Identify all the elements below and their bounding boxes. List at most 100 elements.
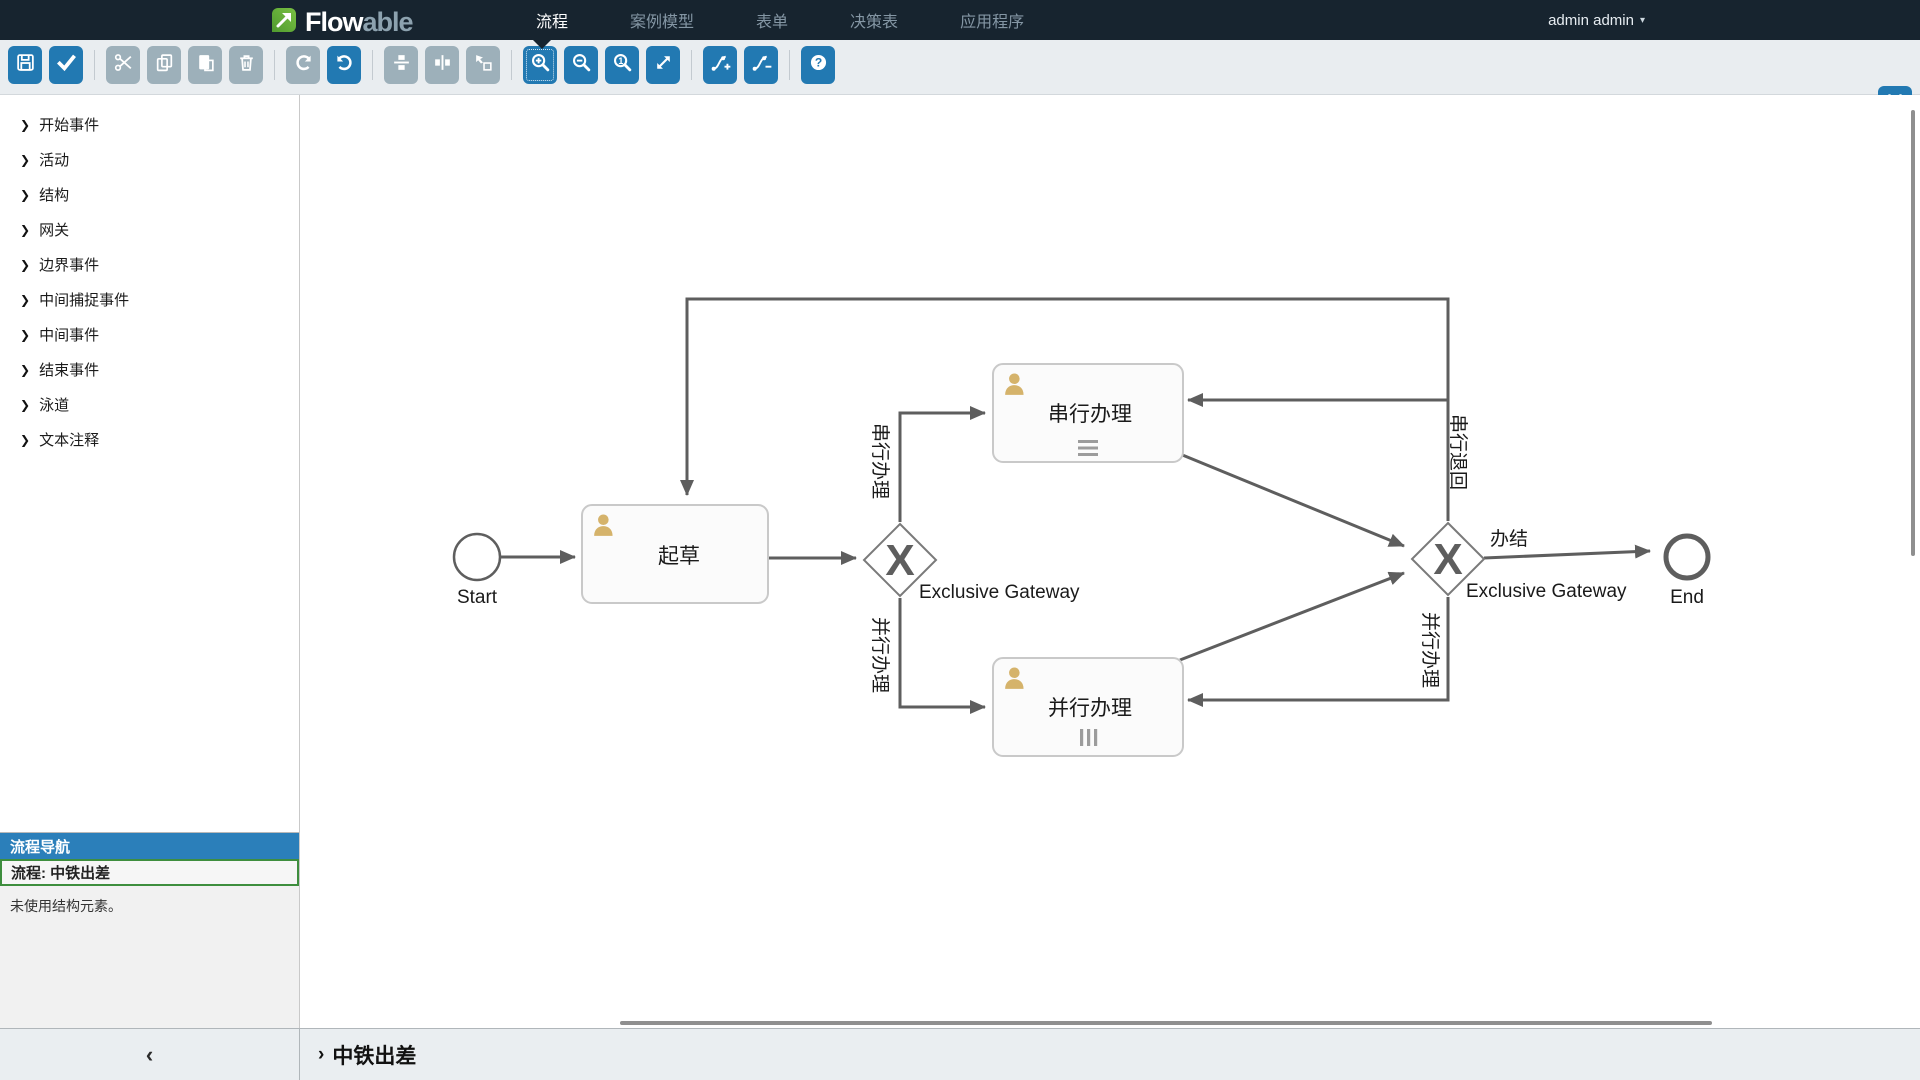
zoom-out-button[interactable]: [564, 46, 598, 84]
palette-group-3[interactable]: ❯ 结构: [0, 177, 299, 212]
zoom-fit-icon: [653, 52, 674, 78]
svg-text:1: 1: [618, 56, 623, 66]
palette-group-7[interactable]: ❯ 中间事件: [0, 317, 299, 352]
undo-button[interactable]: [327, 46, 361, 84]
shape-palette: ❯开始事件❯活动❯结构❯网关❯边界事件❯中间捕捉事件❯中间事件❯结束事件❯泳道❯…: [0, 95, 299, 457]
cut-button[interactable]: [106, 46, 140, 84]
chevron-right-icon: ❯: [20, 328, 30, 342]
toolbar-separator: [372, 50, 373, 80]
nav-item-3[interactable]: 表单: [756, 8, 788, 32]
user-task-draft-label: 起草: [658, 545, 700, 568]
chevron-right-icon: ❯: [20, 433, 30, 447]
edge-label-serial-return: 串行退回: [1447, 414, 1469, 490]
sequential-multi-instance-icon: [1078, 440, 1098, 456]
model-breadcrumb[interactable]: › 中铁出差: [318, 1029, 416, 1080]
canvas-horizontal-scrollbar[interactable]: [620, 1021, 1712, 1025]
palette-group-4[interactable]: ❯ 网关: [0, 212, 299, 247]
sequence-flow-serial-gateway2[interactable]: [1180, 454, 1404, 546]
help-button[interactable]: ?: [801, 46, 835, 84]
no-structure-note: 未使用结构元素。: [10, 896, 299, 916]
palette-group-2[interactable]: ❯活动: [0, 142, 299, 177]
palette-group-label: 网关: [39, 219, 69, 240]
chevron-right-icon: ❯: [20, 293, 30, 307]
nav-item-4[interactable]: 决策表: [850, 8, 898, 32]
align-horizontal-button[interactable]: [425, 46, 459, 84]
edge-label-parallel-return: 并行办理: [1419, 612, 1441, 688]
collapse-sidebar-button[interactable]: ‹: [0, 1029, 300, 1080]
add-bendpoint-icon: [710, 52, 731, 78]
zoom-in-button[interactable]: [523, 46, 557, 84]
palette-group-label: 活动: [39, 149, 69, 170]
copy-button[interactable]: [147, 46, 181, 84]
process-navigator-header: 流程导航: [0, 833, 299, 859]
same-size-button[interactable]: [466, 46, 500, 84]
validate-icon: [56, 52, 77, 78]
palette-group-label: 中间事件: [39, 324, 99, 345]
palette-group-5[interactable]: ❯边界事件: [0, 247, 299, 282]
sequence-flow-gateway1-serial[interactable]: [900, 413, 985, 522]
flowable-wordmark: Flowable: [305, 7, 413, 38]
toolbar-separator: [789, 50, 790, 80]
process-navigator-body: 未使用结构元素。: [0, 886, 299, 1028]
user-name: admin admin: [1548, 12, 1634, 29]
paste-button[interactable]: [188, 46, 222, 84]
toolbar-button-row: 1?: [8, 46, 842, 84]
sequence-flow-serial-return[interactable]: [1188, 400, 1448, 521]
bpmn-canvas[interactable]: 串行办理 并行办理 串行退回 并行办理 办结 Start 起草 X Exclus…: [300, 95, 1920, 1028]
active-tab-indicator: [533, 40, 551, 49]
sequence-flow-gateway1-parallel[interactable]: [900, 598, 985, 707]
nav-item-1[interactable]: 流程: [536, 8, 568, 32]
flowable-logo-icon: [270, 6, 298, 39]
zoom-fit-button[interactable]: [646, 46, 680, 84]
chevron-right-icon: ❯: [20, 258, 30, 272]
palette-group-9[interactable]: ❯泳道: [0, 387, 299, 422]
sequence-flow-gateway2-end[interactable]: [1484, 551, 1650, 558]
end-event[interactable]: [1666, 536, 1708, 578]
palette-group-10[interactable]: ❯文本注释: [0, 422, 299, 457]
zoom-actual-button[interactable]: 1: [605, 46, 639, 84]
palette-group-1[interactable]: ❯开始事件: [0, 107, 299, 142]
add-bendpoint-button[interactable]: [703, 46, 737, 84]
palette-group-6[interactable]: ❯中间捕捉事件: [0, 282, 299, 317]
exclusive-gateway-1-label: Exclusive Gateway: [919, 582, 1080, 603]
redo-button[interactable]: [286, 46, 320, 84]
user-task-parallel[interactable]: 并行办理: [993, 658, 1183, 756]
validate-button[interactable]: [49, 46, 83, 84]
toolbar-separator: [274, 50, 275, 80]
align-vertical-button[interactable]: [384, 46, 418, 84]
editor-toolbar: 1?: [0, 40, 1920, 95]
start-event-label: Start: [457, 587, 498, 608]
delete-button[interactable]: [229, 46, 263, 84]
model-title: 中铁出差: [332, 1040, 416, 1070]
help-icon: ?: [808, 52, 829, 78]
nav-item-2[interactable]: 案例模型: [630, 8, 694, 32]
start-event[interactable]: [454, 534, 500, 580]
user-task-serial[interactable]: 串行办理: [993, 364, 1183, 462]
paste-icon: [195, 52, 216, 78]
palette-group-label: 开始事件: [39, 114, 99, 135]
palette-group-label: 结构: [39, 184, 69, 205]
chevron-right-icon: ❯: [20, 223, 30, 237]
chevron-right-icon: ❯: [20, 188, 30, 202]
palette-group-8[interactable]: ❯结束事件: [0, 352, 299, 387]
palette-group-label: 结束事件: [39, 359, 99, 380]
sequence-flow-parallel-gateway2[interactable]: [1180, 573, 1404, 660]
flowable-logo[interactable]: Flowable: [270, 6, 413, 39]
remove-bendpoint-button[interactable]: [744, 46, 778, 84]
remove-bendpoint-icon: [751, 52, 772, 78]
edge-label-finish: 办结: [1490, 528, 1528, 550]
edge-label-serial: 串行办理: [869, 423, 891, 499]
toolbar-separator: [691, 50, 692, 80]
user-menu[interactable]: admin admin ▾: [1548, 0, 1645, 40]
sequence-flow-parallel-return[interactable]: [1188, 597, 1448, 700]
user-task-draft[interactable]: 起草: [582, 505, 768, 603]
zoom-in-icon: [530, 52, 551, 78]
save-button[interactable]: [8, 46, 42, 84]
process-navigator-current[interactable]: 流程: 中铁出差: [0, 859, 299, 886]
toolbar-separator: [94, 50, 95, 80]
chevron-left-icon: ‹: [146, 1042, 153, 1068]
nav-item-5[interactable]: 应用程序: [960, 8, 1024, 32]
canvas-vertical-scrollbar[interactable]: [1911, 110, 1915, 556]
edge-label-parallel: 并行办理: [869, 617, 891, 693]
flowable-modeler-app: Flowable 流程 案例模型 表单 决策表 应用程序 admin admin ▾ 1…: [0, 0, 1920, 1080]
